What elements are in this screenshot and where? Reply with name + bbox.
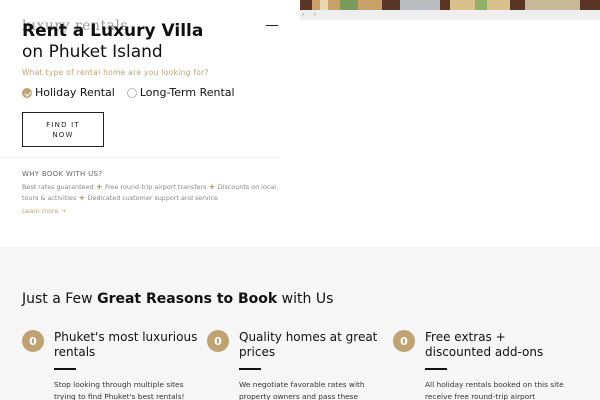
reason-title: Phuket's most luxurious rentals: [54, 330, 198, 359]
reasons-section: Just a Few Great Reasons to Book with Us…: [0, 247, 600, 400]
option-long-term-rental[interactable]: Long-Term Rental: [126, 86, 235, 99]
reasons-title-post: with Us: [277, 291, 334, 307]
hero-title-bold: Rent a Luxury Villa: [22, 21, 204, 41]
hero-title-rest: on Phuket Island: [22, 42, 163, 62]
number-badge: 0: [207, 330, 229, 352]
benefit-item: Best rates guaranteed: [22, 183, 94, 191]
reasons-title-bold: Great Reasons to Book: [97, 291, 278, 307]
image-carousel-nav: › ‹: [300, 10, 600, 20]
plus-icon: ✚: [79, 194, 85, 202]
radio-checked-icon[interactable]: [22, 87, 32, 98]
learn-more-link[interactable]: Learn more →: [22, 207, 66, 215]
option-holiday-rental[interactable]: Holiday Rental: [22, 86, 115, 99]
reason-title: Free extras + discounted add-ons: [425, 330, 544, 359]
rental-type-options: Holiday Rental Long-Term Rental: [22, 86, 247, 99]
number-badge: 0: [393, 330, 415, 352]
reason-underline: [239, 368, 261, 370]
reason-text: Stop looking through multiple sites tryi…: [54, 380, 185, 400]
reason-underline: [54, 368, 76, 370]
benefit-item: Dedicated customer support and service: [87, 194, 218, 202]
benefit-item: Free round-trip airport transfers: [104, 183, 207, 191]
radio-unchecked-icon[interactable]: [126, 87, 137, 98]
why-book-list: Best rates guaranteed ✚ Free round-trip ai…: [22, 182, 278, 204]
hero-title: Rent a Luxury Villa on Phuket Island: [22, 21, 203, 63]
reason-text: We negotiate favorable rates with proper…: [239, 380, 365, 400]
villa-photo: [300, 0, 600, 10]
option-label: Holiday Rental: [35, 86, 115, 99]
chevron-right-icon[interactable]: ›: [302, 11, 304, 18]
number-badge: 0: [22, 330, 44, 352]
reasons-title-pre: Just a Few: [22, 291, 98, 307]
rental-type-question: What type of rental home are you looking…: [22, 68, 209, 77]
reason-text: All holiday rentals booked on this site …: [425, 380, 564, 400]
find-it-now-button[interactable]: FIND IT NOW: [22, 112, 104, 147]
reason-title: Quality homes at great prices: [239, 330, 378, 359]
option-label: Long-Term Rental: [139, 86, 235, 99]
plus-icon: ✚: [96, 183, 102, 191]
plus-icon: ✚: [209, 183, 215, 191]
chevron-left-icon[interactable]: ‹: [313, 11, 315, 18]
divider: [0, 157, 279, 158]
reason-underline: [425, 368, 447, 370]
reasons-title: Just a Few Great Reasons to Book with Us: [22, 291, 333, 307]
why-book-title: WHY BOOK WITH US?: [22, 170, 103, 178]
hamburger-icon[interactable]: [266, 25, 278, 26]
